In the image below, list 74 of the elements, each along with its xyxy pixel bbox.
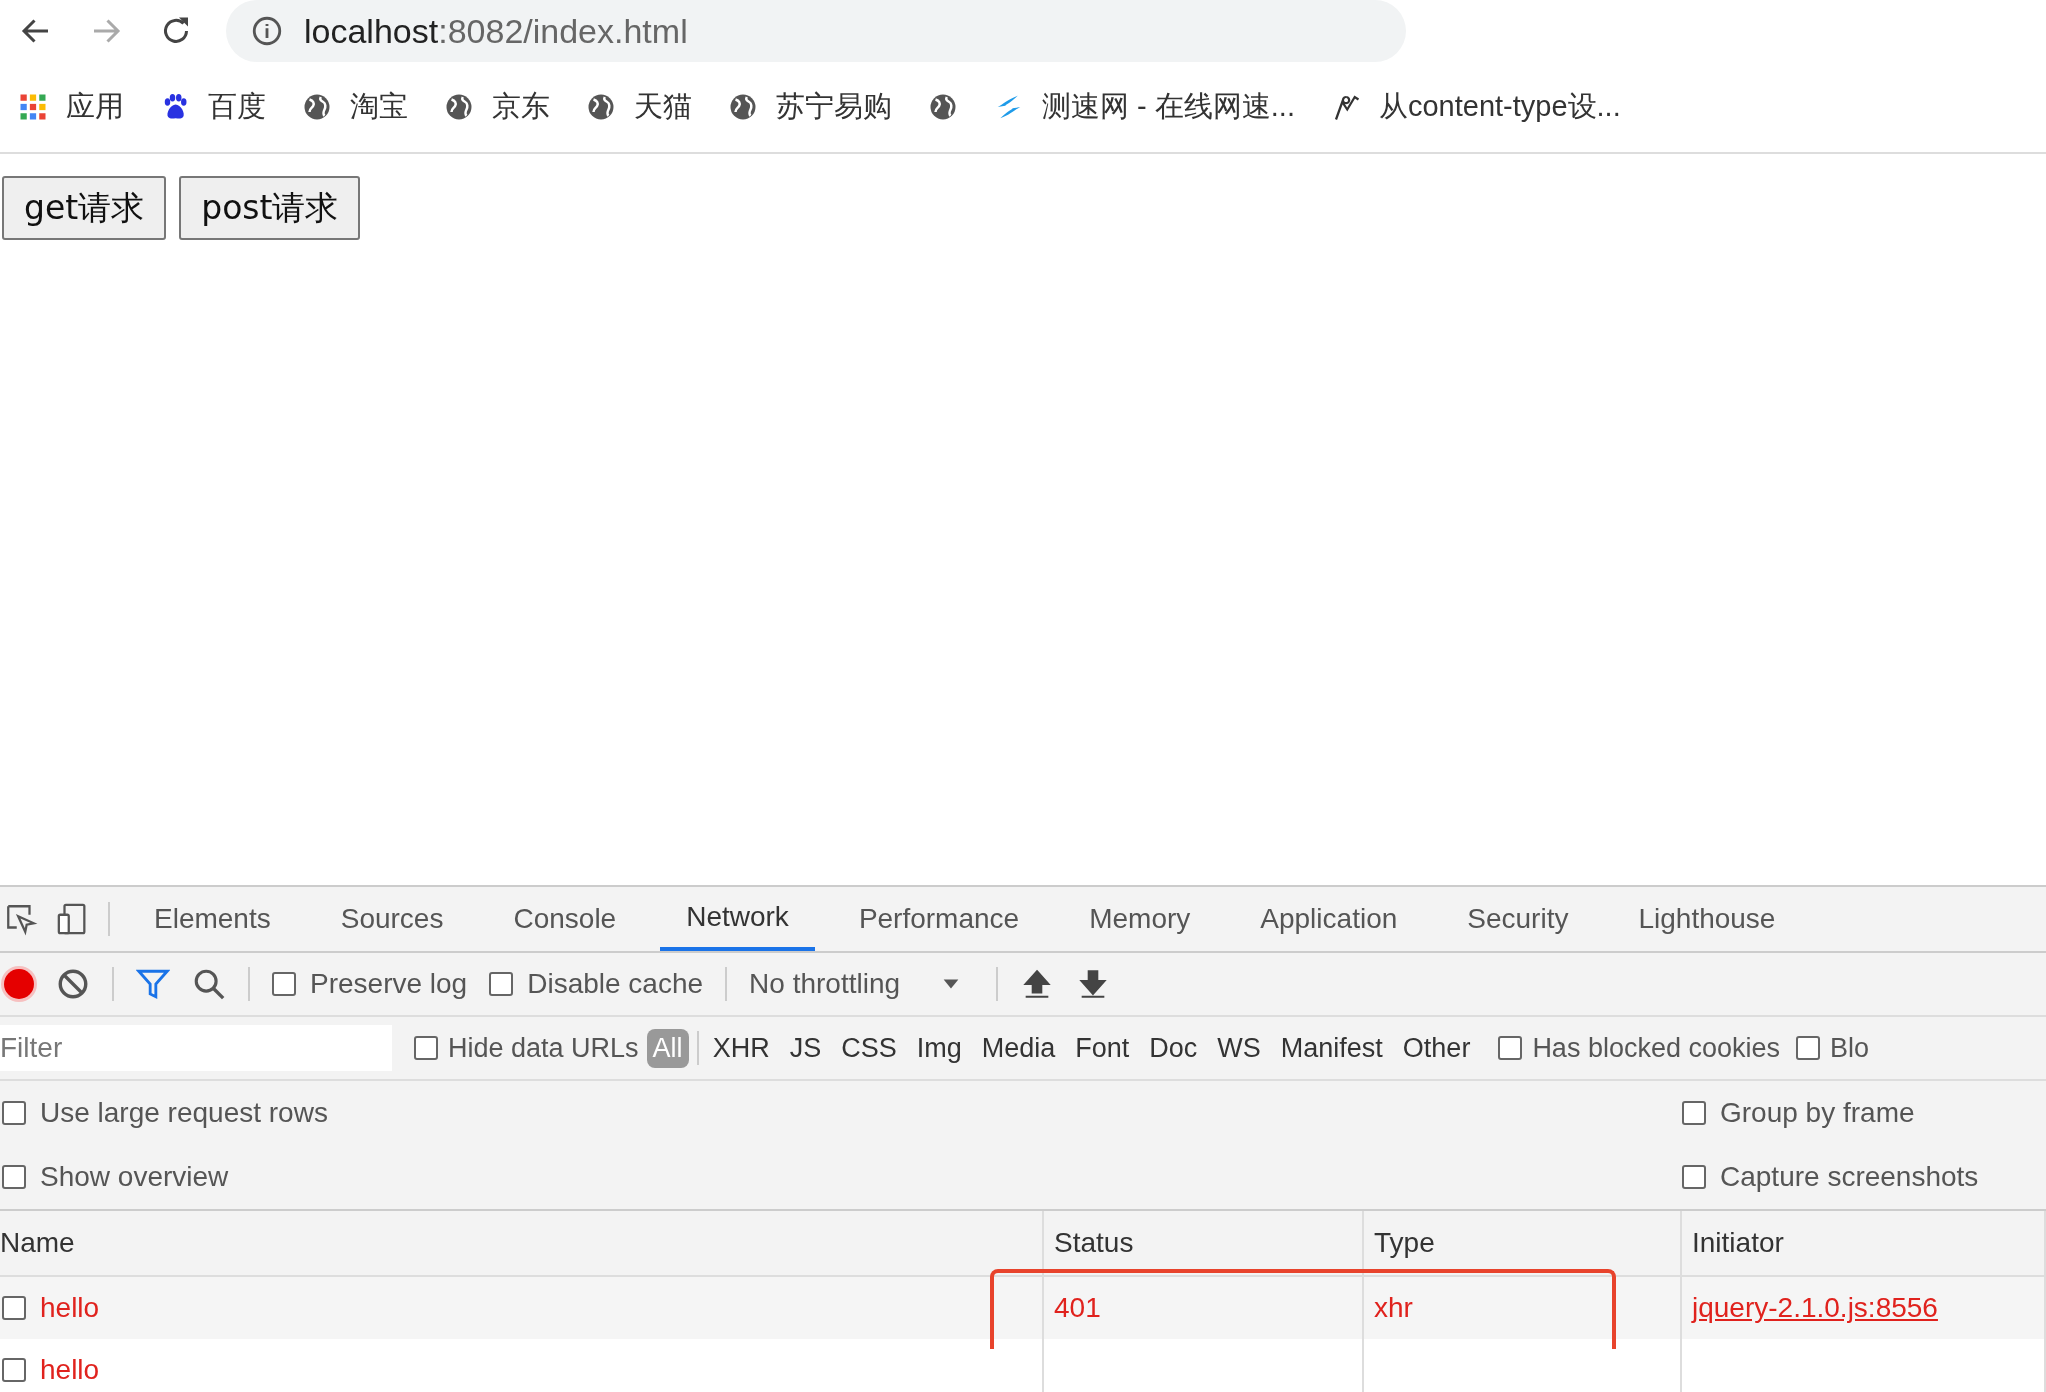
checkbox[interactable] (2, 1165, 26, 1189)
checkbox[interactable] (1796, 1036, 1820, 1060)
search-icon[interactable] (192, 967, 226, 1001)
type-filter[interactable]: Manifest (1274, 1028, 1389, 1068)
devtools-tab[interactable]: Memory (1063, 887, 1217, 951)
type-filter[interactable]: WS (1211, 1028, 1267, 1068)
checkbox[interactable] (2, 1101, 26, 1125)
checkbox-label: Preserve log (310, 968, 468, 1000)
checkbox-label: Use large request rows (40, 1097, 328, 1129)
initiator-link[interactable]: jquery-2.1.0.js:8556 (1692, 1292, 1938, 1324)
column-header[interactable]: Type (1364, 1211, 1682, 1275)
checkbox[interactable] (1682, 1101, 1706, 1125)
devtools-tab[interactable]: Sources (314, 887, 470, 951)
devtools-tab[interactable]: Console (487, 887, 643, 951)
devtools-tab[interactable]: Application (1234, 887, 1424, 951)
type-filter[interactable]: JS (783, 1028, 828, 1068)
type-filter[interactable]: XHR (706, 1028, 776, 1068)
globe-icon[interactable] (586, 92, 616, 122)
globe-icon[interactable] (444, 92, 474, 122)
clear-icon[interactable] (56, 967, 90, 1001)
request-name[interactable]: hello (40, 1292, 100, 1324)
bookmark-link[interactable]: 测速网 - 在线网速... (1042, 87, 1295, 127)
request-name[interactable]: hello (40, 1354, 100, 1386)
type-filter[interactable]: CSS (835, 1028, 903, 1068)
type-filter[interactable]: Font (1069, 1028, 1136, 1068)
devtools-tab[interactable]: Lighthouse (1612, 887, 1802, 951)
bookmark-link[interactable]: 百度 (208, 87, 266, 127)
checkbox-label: Capture screenshots (1720, 1161, 1979, 1193)
bookmark-link[interactable]: 淘宝 (350, 87, 408, 127)
checkbox[interactable] (1682, 1165, 1706, 1189)
checkbox[interactable] (489, 972, 514, 996)
row-checkbox[interactable] (2, 1296, 26, 1320)
request-button[interactable]: post请求 (179, 176, 361, 240)
info-icon[interactable] (250, 14, 284, 48)
bookmark-link[interactable]: 苏宁易购 (776, 87, 892, 127)
request-button[interactable]: get请求 (2, 176, 167, 240)
record-button[interactable] (4, 969, 34, 999)
column-header[interactable]: Name (0, 1211, 1044, 1275)
throttling-dropdown[interactable]: No throttling (749, 968, 975, 1000)
checkbox-label: Blo (1830, 1032, 1870, 1064)
bookmark-link[interactable]: 京东 (492, 87, 550, 127)
filter-icon[interactable] (136, 967, 170, 1001)
filter-field[interactable]: Filter (0, 1025, 392, 1071)
address-field[interactable]: localhost:8082/index.html (226, 0, 1406, 62)
bookmark-link[interactable]: 应用 (66, 87, 124, 127)
checkbox-label: Show overview (40, 1161, 229, 1193)
checkbox-label: Has blocked cookies (1532, 1032, 1780, 1064)
devtools-tab[interactable]: Security (1441, 887, 1595, 951)
checkbox-label: Group by frame (1720, 1097, 1915, 1129)
type-filter[interactable]: Img (910, 1028, 968, 1068)
bookmark-link[interactable]: 从content-type设... (1378, 87, 1621, 127)
checkbox[interactable] (1498, 1036, 1523, 1060)
table-cell: 401 (1054, 1292, 1101, 1324)
globe-icon[interactable] (728, 92, 758, 122)
column-header[interactable]: Initiator (1682, 1211, 2046, 1275)
globe-icon[interactable] (928, 92, 958, 122)
checkbox-label: Disable cache (527, 968, 704, 1000)
apps-icon[interactable] (18, 92, 48, 122)
checkbox[interactable] (272, 972, 296, 996)
row-checkbox[interactable] (2, 1358, 26, 1382)
type-filter[interactable]: Media (975, 1028, 1062, 1068)
bookmark-link[interactable]: 天猫 (634, 87, 692, 127)
url-text: localhost:8082/index.html (304, 11, 688, 51)
devtools-tab[interactable]: Performance (832, 887, 1046, 951)
devtools-tab[interactable]: Elements (128, 887, 297, 951)
devtools-tab[interactable]: Network (660, 887, 815, 951)
checkbox[interactable] (414, 1036, 438, 1060)
type-filter[interactable]: Doc (1143, 1028, 1204, 1068)
table-cell: xhr (1374, 1292, 1413, 1324)
checkbox-label: Hide data URLs (448, 1032, 639, 1064)
globe-icon[interactable] (302, 92, 332, 122)
column-header[interactable]: Status (1044, 1211, 1364, 1275)
type-filter[interactable]: Other (1396, 1028, 1477, 1068)
inspect-icon[interactable] (4, 902, 38, 936)
